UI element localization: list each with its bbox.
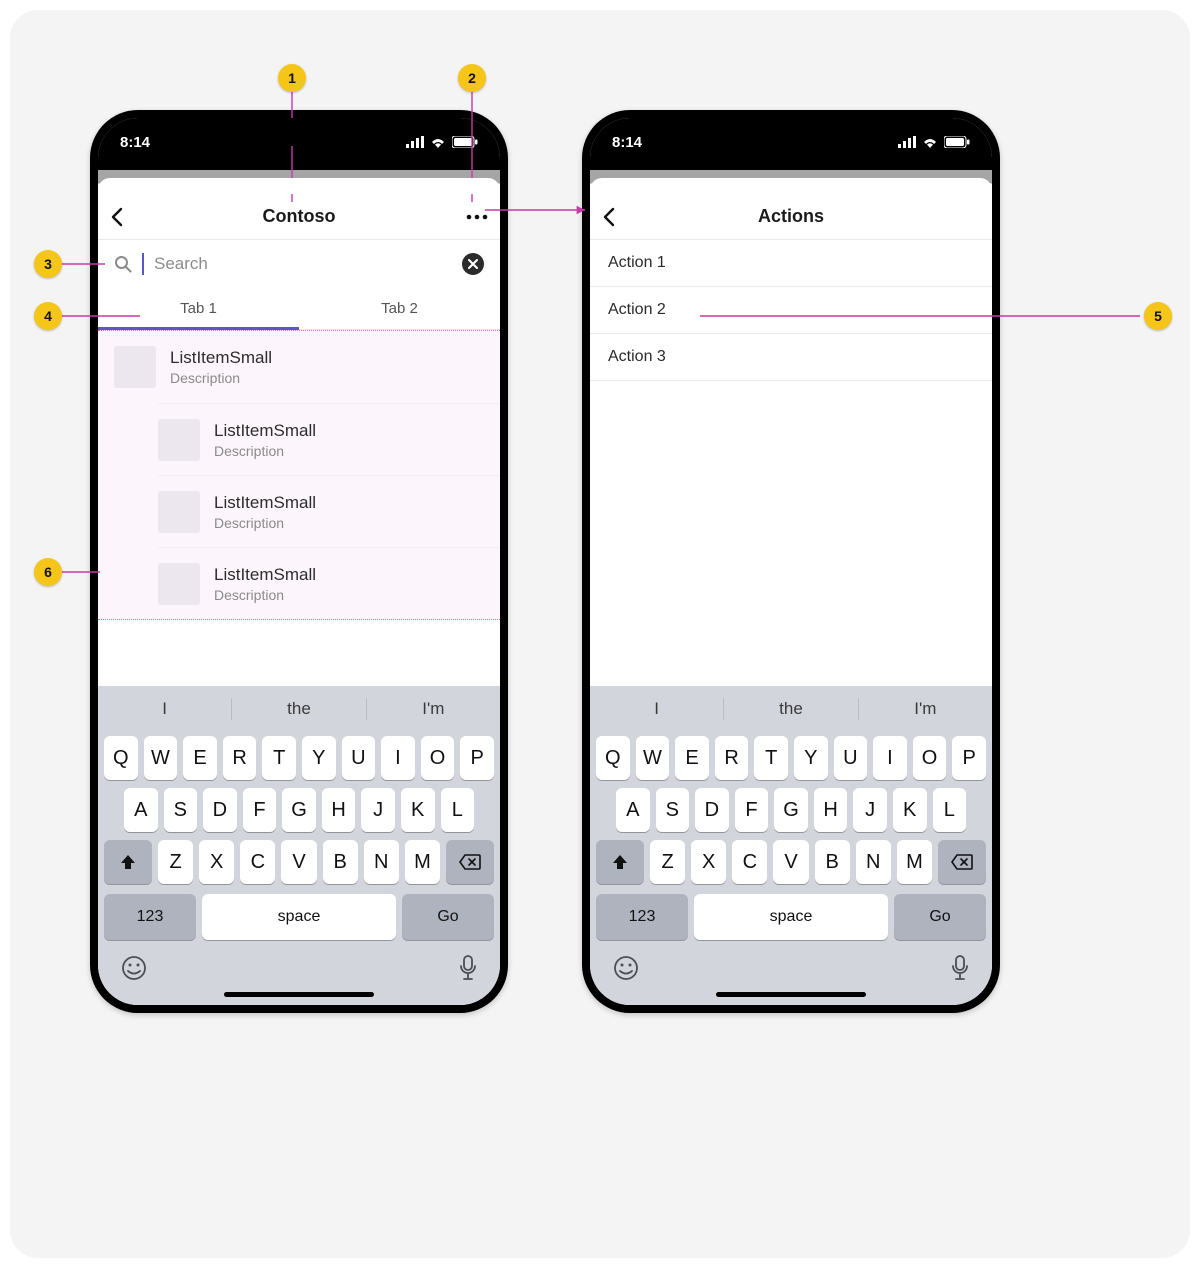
diagram-canvas: 8:14 Contoso bbox=[10, 10, 1190, 1258]
notch bbox=[214, 118, 384, 146]
leader-lines bbox=[10, 10, 1190, 1110]
callout-4: 4 bbox=[34, 302, 62, 330]
notch bbox=[706, 118, 876, 146]
callout-2: 2 bbox=[458, 64, 486, 92]
callout-1: 1 bbox=[278, 64, 306, 92]
callout-3: 3 bbox=[34, 250, 62, 278]
sheet-grabber bbox=[590, 178, 992, 194]
callout-6: 6 bbox=[34, 558, 62, 586]
sheet-grabber bbox=[98, 178, 500, 194]
callout-5: 5 bbox=[1144, 302, 1172, 330]
